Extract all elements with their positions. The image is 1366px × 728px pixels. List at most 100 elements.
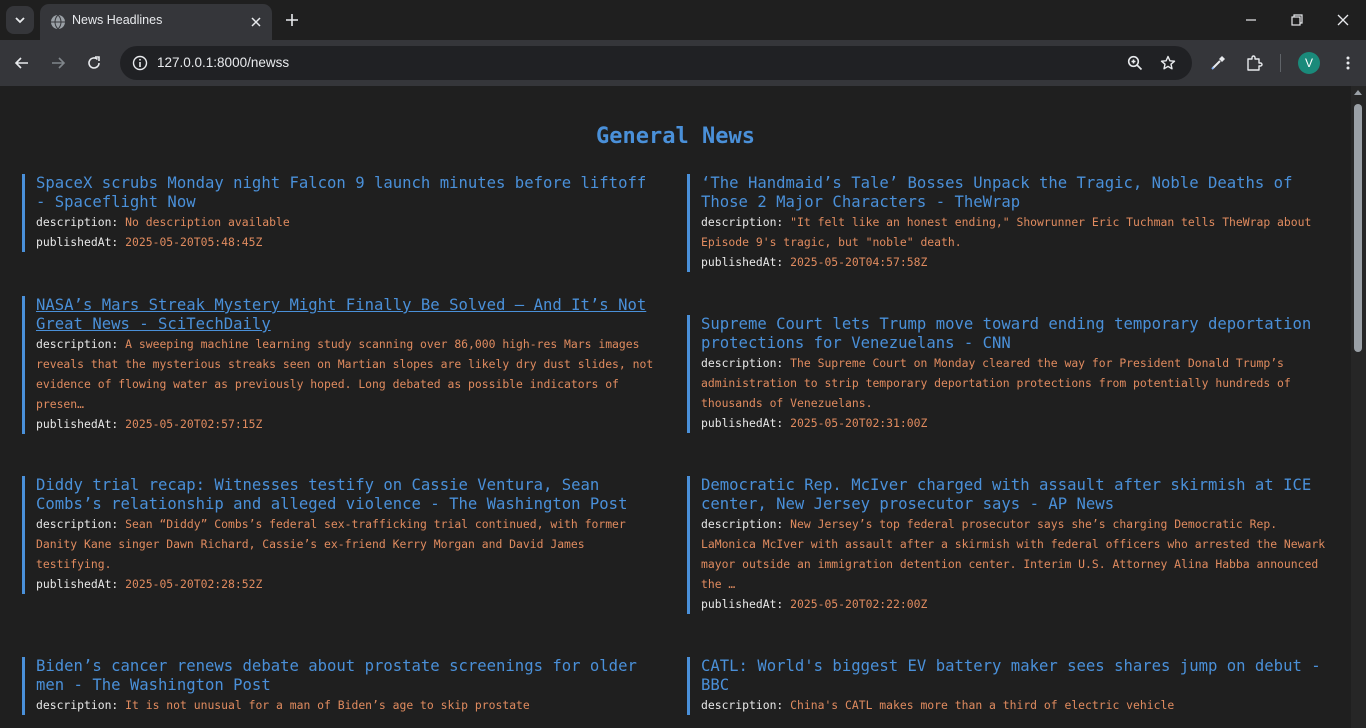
published-date: 2025-05-20T02:28:52Z — [125, 577, 263, 591]
description-label: description: — [36, 698, 119, 712]
more-vert-icon — [1346, 56, 1350, 70]
star-icon — [1160, 55, 1176, 70]
description-row: description: A sweeping machine learning… — [36, 334, 660, 414]
zoom-icon — [1127, 55, 1143, 71]
description-text: No description available — [125, 215, 290, 229]
published-label: publishedAt: — [701, 416, 784, 430]
restore-icon — [1291, 14, 1303, 26]
arrow-left-icon — [14, 57, 28, 69]
bookmark-button[interactable] — [1156, 51, 1180, 75]
vertical-scrollbar[interactable] — [1351, 86, 1366, 728]
eyedropper-extension-button[interactable] — [1205, 50, 1231, 76]
news-headline-link[interactable]: ‘The Handmaid’s Tale’ Bosses Unpack the … — [701, 174, 1329, 212]
browser-toolbar: 127.0.0.1:8000/newss V — [0, 40, 1366, 86]
description-row: description: The Supreme Court on Monday… — [701, 353, 1329, 413]
globe-icon — [51, 14, 65, 30]
description-row: description: China's CATL makes more tha… — [701, 695, 1329, 715]
reload-icon — [88, 56, 100, 69]
published-row: publishedAt: 2025-05-20T02:22:00Z — [701, 594, 1329, 614]
published-label: publishedAt: — [701, 597, 784, 611]
published-label: publishedAt: — [36, 235, 119, 249]
description-text: New Jersey’s top federal prosecutor says… — [701, 517, 1326, 591]
arrow-right-icon — [52, 57, 66, 69]
published-date: 2025-05-20T04:57:58Z — [790, 255, 928, 269]
description-row: description: New Jersey’s top federal pr… — [701, 514, 1329, 594]
tab-title: News Headlines — [72, 13, 163, 27]
news-card: Democratic Rep. McIver charged with assa… — [687, 476, 1329, 614]
description-label: description: — [36, 215, 119, 229]
published-row: publishedAt: 2025-05-20T02:31:00Z — [701, 413, 1329, 433]
restore-button[interactable] — [1274, 0, 1320, 40]
description-text: Sean “Diddy” Combs’s federal sex-traffic… — [36, 517, 626, 571]
news-headline-link[interactable]: Supreme Court lets Trump move toward end… — [701, 315, 1329, 353]
news-headline-link[interactable]: CATL: World's biggest EV battery maker s… — [701, 657, 1329, 695]
toolbar-separator — [1280, 54, 1281, 72]
news-card: NASA’s Mars Streak Mystery Might Finally… — [22, 296, 660, 434]
news-card: Diddy trial recap: Witnesses testify on … — [22, 476, 660, 594]
plus-icon — [286, 14, 298, 26]
info-icon — [132, 55, 148, 71]
minimize-button[interactable] — [1228, 0, 1274, 40]
published-date: 2025-05-20T02:57:15Z — [125, 417, 263, 431]
description-row: description: "It felt like an honest end… — [701, 212, 1329, 252]
description-text: A sweeping machine learning study scanni… — [36, 337, 654, 411]
description-text: China's CATL makes more than a third of … — [790, 698, 1175, 712]
news-headline-link[interactable]: Diddy trial recap: Witnesses testify on … — [36, 476, 660, 514]
address-bar[interactable]: 127.0.0.1:8000/newss — [120, 46, 1192, 80]
profile-avatar-button[interactable]: V — [1298, 52, 1320, 74]
url-text: 127.0.0.1:8000/newss — [157, 55, 290, 70]
close-icon — [251, 17, 261, 27]
news-card: ‘The Handmaid’s Tale’ Bosses Unpack the … — [687, 174, 1329, 272]
description-label: description: — [36, 337, 119, 351]
page-title: General News — [596, 124, 755, 149]
published-date: 2025-05-20T02:22:00Z — [790, 597, 928, 611]
published-date: 2025-05-20T05:48:45Z — [125, 235, 263, 249]
news-card: Biden’s cancer renews debate about prost… — [22, 657, 660, 715]
back-button[interactable] — [7, 48, 37, 78]
news-headline-link[interactable]: Biden’s cancer renews debate about prost… — [36, 657, 660, 695]
forward-button[interactable] — [43, 48, 73, 78]
description-row: description: Sean “Diddy” Combs’s federa… — [36, 514, 660, 574]
published-row: publishedAt: 2025-05-20T05:48:45Z — [36, 232, 660, 252]
published-row: publishedAt: 2025-05-20T04:57:58Z — [701, 252, 1329, 272]
description-label: description: — [701, 215, 784, 229]
scroll-up-arrow-icon[interactable] — [1354, 90, 1362, 95]
description-text: "It felt like an honest ending," Showrun… — [701, 215, 1312, 249]
extensions-button[interactable] — [1241, 50, 1267, 76]
page-viewport: General News SpaceX scrubs Monday night … — [0, 86, 1366, 728]
zoom-button[interactable] — [1123, 51, 1147, 75]
description-text: It is not unusual for a man of Biden’s a… — [125, 698, 530, 712]
description-label: description: — [701, 517, 784, 531]
tab-strip: News Headlines — [0, 0, 1366, 40]
news-headline-link[interactable]: NASA’s Mars Streak Mystery Might Finally… — [36, 296, 660, 334]
eyedropper-icon — [1211, 56, 1225, 70]
description-label: description: — [701, 356, 784, 370]
description-row: description: It is not unusual for a man… — [36, 695, 660, 715]
new-tab-button[interactable] — [280, 8, 304, 32]
description-label: description: — [701, 698, 784, 712]
site-info-button[interactable] — [128, 51, 152, 75]
news-card: CATL: World's biggest EV battery maker s… — [687, 657, 1329, 715]
chevron-down-icon — [15, 17, 25, 24]
news-headline-link[interactable]: SpaceX scrubs Monday night Falcon 9 laun… — [36, 174, 660, 212]
close-window-button[interactable] — [1320, 0, 1366, 40]
published-row: publishedAt: 2025-05-20T02:57:15Z — [36, 414, 660, 434]
scrollbar-thumb[interactable] — [1354, 104, 1362, 352]
description-label: description: — [36, 517, 119, 531]
tab-news-headlines[interactable]: News Headlines — [40, 4, 272, 40]
news-card: Supreme Court lets Trump move toward end… — [687, 315, 1329, 433]
tab-search-button[interactable] — [6, 6, 34, 34]
news-card: SpaceX scrubs Monday night Falcon 9 laun… — [22, 174, 660, 252]
puzzle-icon — [1247, 55, 1263, 71]
minimize-icon — [1246, 19, 1256, 21]
close-icon — [1337, 14, 1349, 26]
news-headline-link[interactable]: Democratic Rep. McIver charged with assa… — [701, 476, 1329, 514]
description-text: The Supreme Court on Monday cleared the … — [701, 356, 1291, 410]
description-row: description: No description available — [36, 212, 660, 232]
reload-button[interactable] — [79, 48, 109, 78]
browser-menu-button[interactable] — [1335, 50, 1361, 76]
tab-close-button[interactable] — [246, 12, 266, 32]
published-date: 2025-05-20T02:31:00Z — [790, 416, 928, 430]
published-label: publishedAt: — [36, 417, 119, 431]
published-label: publishedAt: — [36, 577, 119, 591]
